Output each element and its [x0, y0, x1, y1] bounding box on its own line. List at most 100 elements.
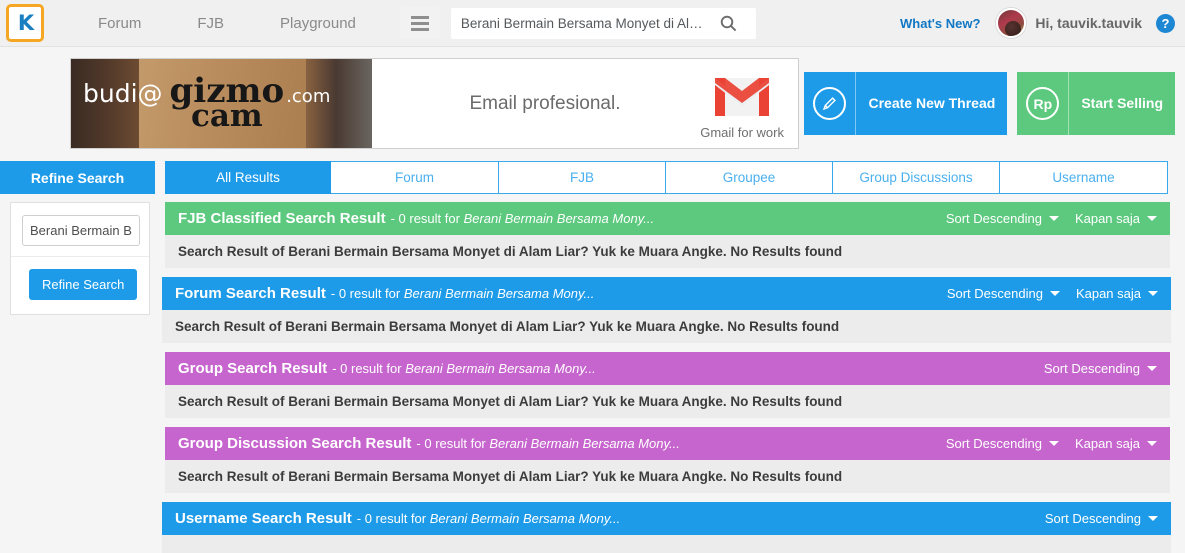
- help-question-icon[interactable]: ?: [1156, 13, 1175, 33]
- create-new-thread-button[interactable]: Create New Thread: [804, 72, 1008, 135]
- ad-tagline: Email profesional.: [469, 92, 621, 114]
- kaskus-k-logo-icon: K: [17, 10, 34, 35]
- panel-query-text: Berani Bermain Bersama Mony...: [489, 436, 680, 451]
- whats-new-link[interactable]: What's New?: [900, 16, 980, 31]
- panel-title: Group Search Result: [178, 360, 328, 377]
- time-label: Kapan saja: [1074, 211, 1140, 226]
- ad-brand-tld: .com: [286, 85, 331, 107]
- search-box[interactable]: [450, 7, 756, 39]
- panel-count-text: - 0 result for: [390, 211, 460, 226]
- search-icon: [721, 15, 737, 31]
- rupiah-icon: Rp: [1026, 87, 1060, 120]
- panel-title: Group Discussion Search Result: [178, 435, 412, 452]
- nav-right-group: What's New? Hi, tauvik.tauvik ?: [900, 8, 1185, 38]
- panel-count-text: - 0 result for: [356, 511, 427, 526]
- refine-search-tab[interactable]: Refine Search: [0, 161, 155, 194]
- gmail-caption: Gmail for work: [700, 125, 784, 140]
- hamburger-bar: [410, 21, 429, 25]
- panel-title: Username Search Result: [175, 510, 352, 527]
- panel-header: Username Search Result - 0 result for Be…: [162, 502, 1171, 535]
- panel-body: Search Result of Berani Bermain Bersama …: [165, 235, 1170, 268]
- search-input[interactable]: [450, 15, 709, 31]
- sort-descending-dropdown[interactable]: Sort Descending: [947, 286, 1060, 301]
- sort-label: Sort Descending: [945, 211, 1042, 226]
- panel-query-text: Berani Bermain Bersama Mony...: [429, 511, 621, 526]
- panel-title: FJB Classified Search Result: [178, 210, 386, 227]
- sort-label: Sort Descending: [945, 436, 1042, 451]
- chevron-down-icon: [1147, 366, 1157, 371]
- refine-search-sidebar: Refine Search: [10, 202, 150, 315]
- panel-fjb-classified: FJB Classified Search Result - 0 result …: [165, 202, 1170, 268]
- tab-username[interactable]: Username: [1000, 161, 1168, 194]
- gmail-branding: Gmail for work: [700, 76, 784, 140]
- panel-header: Group Search Result - 0 result for Beran…: [165, 352, 1170, 385]
- time-filter-dropdown[interactable]: Kapan saja: [1076, 286, 1158, 301]
- time-filter-dropdown[interactable]: Kapan saja: [1075, 436, 1157, 451]
- panel-header: Group Discussion Search Result - 0 resul…: [165, 427, 1170, 460]
- nav-link-forum[interactable]: Forum: [70, 15, 169, 32]
- chevron-down-icon: [1048, 216, 1059, 221]
- sidebar-search-field-wrap: [11, 203, 149, 256]
- advertisement-banner[interactable]: budi@ gizmo cam .com Email profesional.: [70, 58, 799, 149]
- result-tabs: All Results Forum FJB Groupee Group Disc…: [165, 161, 1168, 194]
- ad-and-actions-row: budi@ gizmo cam .com Email profesional.: [0, 58, 1185, 153]
- panel-query-text: Berani Bermain Bersama Mony...: [403, 286, 595, 301]
- time-filter-dropdown[interactable]: Kapan saja: [1075, 211, 1157, 226]
- sort-descending-dropdown[interactable]: Sort Descending: [946, 211, 1059, 226]
- tab-row: Refine Search All Results Forum FJB Grou…: [0, 161, 1185, 194]
- user-avatar[interactable]: [996, 8, 1027, 38]
- primary-nav-links: Forum FJB Playground: [70, 15, 384, 32]
- refine-search-button[interactable]: Refine Search: [29, 269, 138, 300]
- panel-group-discussion: Group Discussion Search Result - 0 resul…: [165, 427, 1170, 493]
- start-selling-label: Start Selling: [1081, 94, 1163, 111]
- ad-content-right: Email profesional. Gmail for work: [372, 59, 798, 148]
- tab-all-results[interactable]: All Results: [165, 161, 331, 194]
- panel-title: Forum Search Result: [175, 285, 326, 302]
- pencil-icon: [813, 87, 847, 120]
- tab-fjb[interactable]: FJB: [499, 161, 666, 194]
- start-selling-button[interactable]: Rp Start Selling: [1017, 72, 1175, 135]
- nav-link-fjb[interactable]: FJB: [169, 15, 252, 32]
- panel-body: [162, 535, 1171, 553]
- ad-image-left: budi@ gizmo cam .com: [71, 59, 372, 148]
- sort-descending-dropdown[interactable]: Sort Descending: [1044, 361, 1157, 376]
- chevron-down-icon: [1148, 516, 1158, 521]
- tab-groupee[interactable]: Groupee: [666, 161, 833, 194]
- panel-body: Search Result of Berani Bermain Bersama …: [165, 385, 1170, 418]
- panel-count-text: - 0 result for: [416, 436, 486, 451]
- panel-count-text: - 0 result for: [330, 286, 401, 301]
- panel-controls: Sort Descending Kapan saja: [946, 211, 1157, 226]
- nav-link-playground[interactable]: Playground: [252, 15, 384, 32]
- tab-group-discussions[interactable]: Group Discussions: [833, 161, 1000, 194]
- ad-brand-prefix: budi@: [83, 78, 163, 108]
- chevron-down-icon: [1049, 291, 1060, 296]
- time-label: Kapan saja: [1074, 436, 1140, 451]
- site-logo[interactable]: K: [6, 4, 44, 42]
- create-new-thread-label: Create New Thread: [868, 94, 996, 111]
- hamburger-bar: [410, 27, 429, 31]
- ad-brand-name: gizmo cam: [170, 74, 285, 131]
- panel-subtitle: - 0 result for Berani Bermain Bersama Mo…: [391, 211, 654, 226]
- panel-count-text: - 0 result for: [332, 361, 402, 376]
- hamburger-menu-icon[interactable]: [399, 7, 440, 39]
- panel-group: Group Search Result - 0 result for Beran…: [165, 352, 1170, 418]
- sidebar-search-input[interactable]: [22, 215, 140, 246]
- user-greeting[interactable]: Hi, tauvik.tauvik: [1035, 15, 1142, 31]
- chevron-down-icon: [1048, 441, 1059, 446]
- panel-subtitle: - 0 result for Berani Bermain Bersama Mo…: [416, 436, 679, 451]
- panel-query-text: Berani Bermain Bersama Mony...: [405, 361, 596, 376]
- panel-body: Search Result of Berani Bermain Bersama …: [162, 310, 1171, 343]
- sort-label: Sort Descending: [1044, 511, 1141, 526]
- search-submit-button[interactable]: [709, 8, 749, 39]
- panel-header: FJB Classified Search Result - 0 result …: [165, 202, 1170, 235]
- tab-forum[interactable]: Forum: [331, 161, 499, 194]
- action-buttons: Create New Thread Rp Start Selling: [804, 72, 1175, 135]
- panel-controls: Sort Descending: [1044, 361, 1157, 376]
- panel-controls: Sort Descending Kapan saja: [947, 286, 1158, 301]
- panel-controls: Sort Descending: [1045, 511, 1158, 526]
- ad-brand-text: budi@ gizmo cam .com: [71, 74, 372, 131]
- gmail-envelope-icon: [715, 78, 770, 116]
- panel-controls: Sort Descending Kapan saja: [946, 436, 1157, 451]
- sort-descending-dropdown[interactable]: Sort Descending: [946, 436, 1059, 451]
- sort-descending-dropdown[interactable]: Sort Descending: [1045, 511, 1158, 526]
